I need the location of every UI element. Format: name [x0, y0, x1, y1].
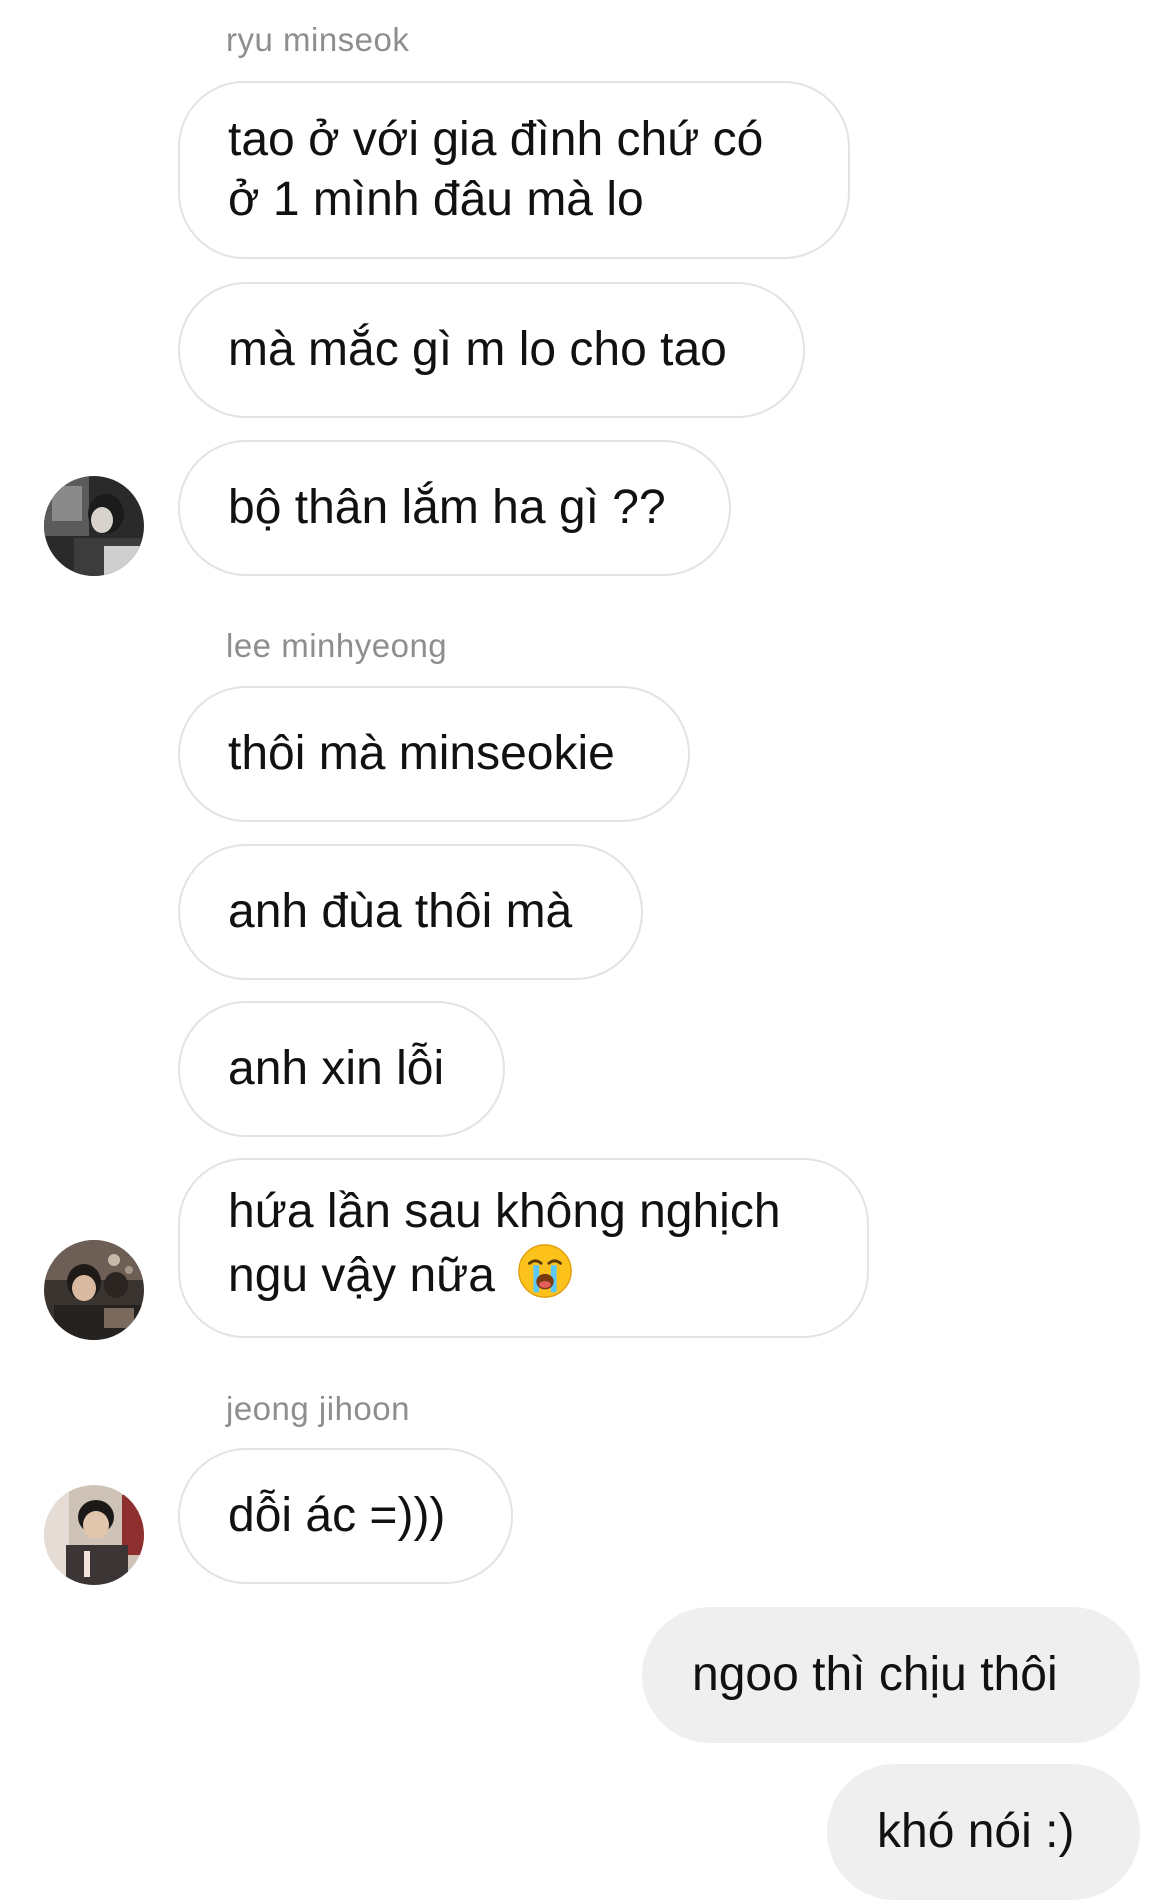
- message-text: anh xin lỗi: [228, 1042, 445, 1095]
- message-bubble[interactable]: dỗi ác =))): [178, 1448, 513, 1584]
- message-bubble[interactable]: bộ thân lắm ha gì ??: [178, 440, 731, 576]
- outgoing-message-bubble[interactable]: ngoo thì chịu thôi: [642, 1607, 1140, 1743]
- message-bubble[interactable]: tao ở với gia đình chứ có ở 1 mình đâu m…: [178, 81, 850, 259]
- sender-name-lee-minhyeong: lee minhyeong: [226, 627, 448, 664]
- message-bubble[interactable]: thôi mà minseokie: [178, 686, 690, 822]
- message-bubble[interactable]: hứa lần sau không nghịch ngu vậy nữa: [178, 1158, 869, 1338]
- avatar[interactable]: [44, 1485, 144, 1585]
- outgoing-message-bubble[interactable]: khó nói :): [827, 1764, 1140, 1900]
- message-bubble[interactable]: mà mắc gì m lo cho tao: [178, 282, 805, 418]
- message-text: ngoo thì chịu thôi: [692, 1648, 1058, 1701]
- sender-name-ryu-minseok: ryu minseok: [226, 21, 410, 58]
- message-text: mà mắc gì m lo cho tao: [228, 323, 727, 376]
- message-text-wrap: hứa lần sau không nghịch ngu vậy nữa: [228, 1182, 819, 1315]
- message-bubble[interactable]: anh đùa thôi mà: [178, 844, 643, 980]
- message-text: bộ thân lắm ha gì ??: [228, 481, 666, 534]
- avatar[interactable]: [44, 476, 144, 576]
- sender-name-jeong-jihoon: jeong jihoon: [226, 1390, 410, 1427]
- message-text: thôi mà minseokie: [228, 727, 615, 780]
- avatar-photo-jeong-jihoon: [44, 1485, 144, 1585]
- avatar-photo-ryu-minseok: [44, 476, 144, 576]
- message-bubble[interactable]: anh xin lỗi: [178, 1001, 505, 1137]
- message-text: hứa lần sau không nghịch ngu vậy nữa: [228, 1184, 781, 1302]
- message-text: dỗi ác =))): [228, 1489, 446, 1542]
- loudly-crying-face-icon: [516, 1242, 574, 1315]
- avatar[interactable]: [44, 1240, 144, 1340]
- message-text: khó nói :): [877, 1805, 1075, 1858]
- message-text: tao ở với gia đình chứ có ở 1 mình đâu m…: [228, 113, 764, 226]
- avatar-photo-lee-minhyeong: [44, 1240, 144, 1340]
- message-text: anh đùa thôi mà: [228, 885, 573, 938]
